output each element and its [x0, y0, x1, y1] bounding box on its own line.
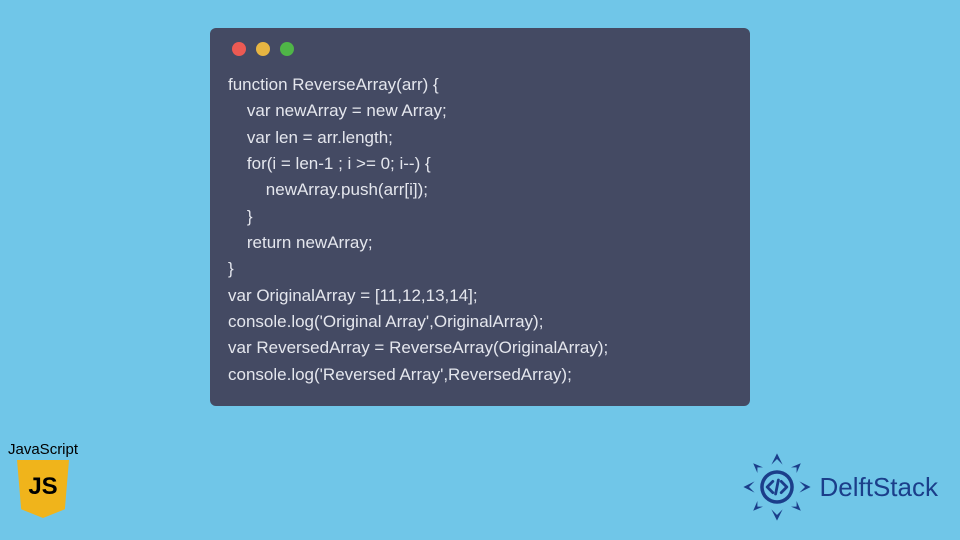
delftstack-logo-icon	[742, 452, 812, 522]
delftstack-brand-text: DelftStack	[820, 472, 939, 503]
code-window: function ReverseArray(arr) { var newArra…	[210, 28, 750, 406]
js-shield-icon: JS	[17, 460, 69, 518]
js-shield-text: JS	[28, 473, 57, 501]
minimize-icon	[256, 42, 270, 56]
maximize-icon	[280, 42, 294, 56]
window-traffic-lights	[228, 42, 732, 56]
code-block: function ReverseArray(arr) { var newArra…	[228, 72, 732, 388]
javascript-label: JavaScript	[8, 441, 78, 458]
close-icon	[232, 42, 246, 56]
javascript-badge: JavaScript JS	[8, 441, 78, 518]
delftstack-brand: DelftStack	[742, 452, 939, 522]
